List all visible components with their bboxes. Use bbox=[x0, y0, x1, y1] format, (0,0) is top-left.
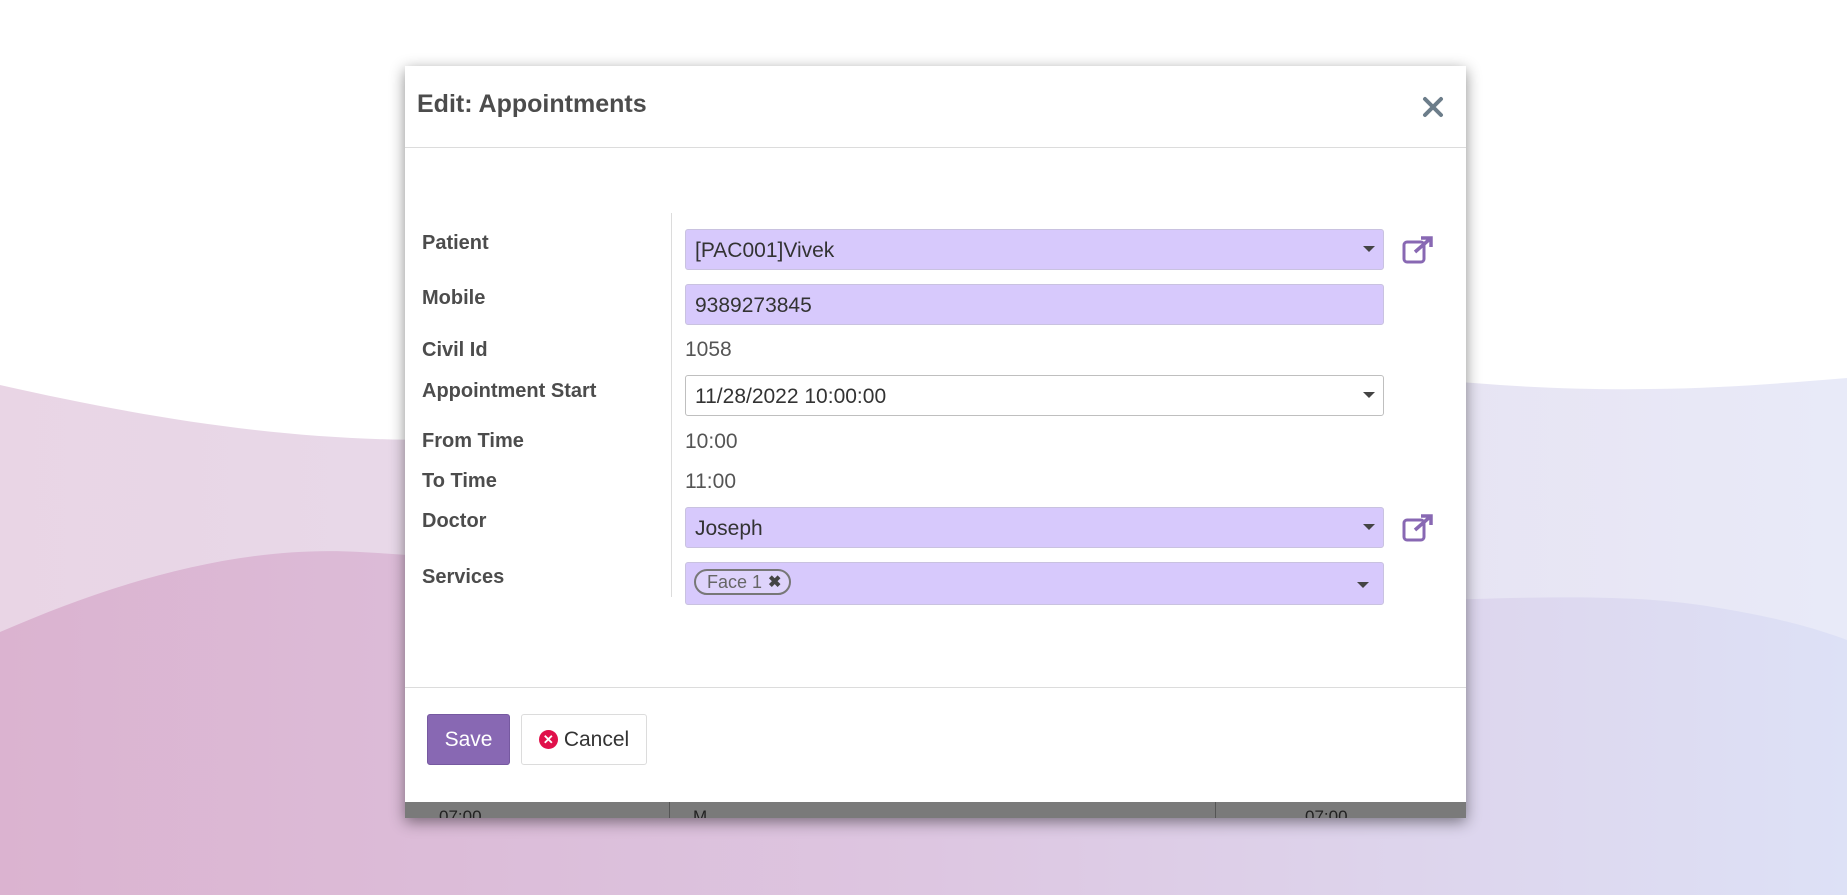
patient-select[interactable]: [PAC001]Vivek bbox=[685, 229, 1384, 270]
dialog-footer: Save ✕ Cancel bbox=[405, 687, 1466, 807]
appointment-start-value: 11/28/2022 10:00:00 bbox=[695, 385, 887, 408]
cancel-circle-icon: ✕ bbox=[538, 730, 558, 749]
cancel-button-label: Cancel bbox=[563, 727, 630, 751]
calendar-time-right: 07:00 bbox=[1305, 807, 1348, 818]
close-icon[interactable] bbox=[1418, 92, 1448, 122]
background-calendar-strip: 07:00 M 07:00 bbox=[405, 802, 1466, 818]
mobile-label: Mobile bbox=[422, 287, 486, 309]
mobile-input[interactable]: 9389273845 bbox=[685, 284, 1384, 325]
services-label: Services bbox=[422, 566, 505, 588]
chevron-down-icon[interactable] bbox=[1363, 524, 1375, 530]
doctor-value: Joseph bbox=[695, 517, 763, 540]
calendar-day-initial: M bbox=[693, 807, 708, 818]
cancel-button[interactable]: ✕ Cancel bbox=[521, 714, 647, 765]
civil-id-value: 1058 bbox=[685, 338, 732, 361]
service-tag-label: Face 1 bbox=[707, 571, 763, 592]
calendar-divider bbox=[1215, 802, 1216, 818]
calendar-time-left: 07:00 bbox=[439, 807, 482, 818]
remove-tag-icon[interactable]: ✖ bbox=[768, 572, 781, 592]
appointment-start-label: Appointment Start bbox=[422, 380, 597, 402]
calendar-divider bbox=[669, 802, 670, 818]
dialog-header: Edit: Appointments bbox=[405, 66, 1466, 148]
chevron-down-icon[interactable] bbox=[1363, 392, 1375, 398]
save-button[interactable]: Save bbox=[427, 714, 510, 765]
from-time-label: From Time bbox=[422, 430, 524, 452]
form-column-divider bbox=[671, 213, 672, 597]
to-time-label: To Time bbox=[422, 470, 497, 492]
dialog-title: Edit: Appointments bbox=[417, 90, 647, 118]
patient-value: [PAC001]Vivek bbox=[695, 239, 835, 262]
external-link-icon[interactable] bbox=[1401, 235, 1435, 265]
to-time-value: 11:00 bbox=[685, 470, 736, 493]
civil-id-label: Civil Id bbox=[422, 339, 488, 361]
patient-label: Patient bbox=[422, 232, 489, 254]
from-time-value: 10:00 bbox=[685, 430, 738, 453]
chevron-down-icon[interactable] bbox=[1363, 246, 1375, 252]
chevron-down-icon[interactable] bbox=[1357, 582, 1369, 588]
mobile-value: 9389273845 bbox=[695, 294, 812, 317]
doctor-select[interactable]: Joseph bbox=[685, 507, 1384, 548]
services-many2many[interactable]: Face 1 ✖ bbox=[685, 562, 1384, 605]
doctor-label: Doctor bbox=[422, 510, 487, 532]
external-link-icon[interactable] bbox=[1401, 513, 1435, 543]
edit-appointment-dialog: Edit: Appointments Patient [PAC001]Vivek… bbox=[405, 66, 1466, 818]
service-tag: Face 1 ✖ bbox=[694, 569, 792, 595]
appointment-start-picker[interactable]: 11/28/2022 10:00:00 bbox=[685, 375, 1384, 416]
